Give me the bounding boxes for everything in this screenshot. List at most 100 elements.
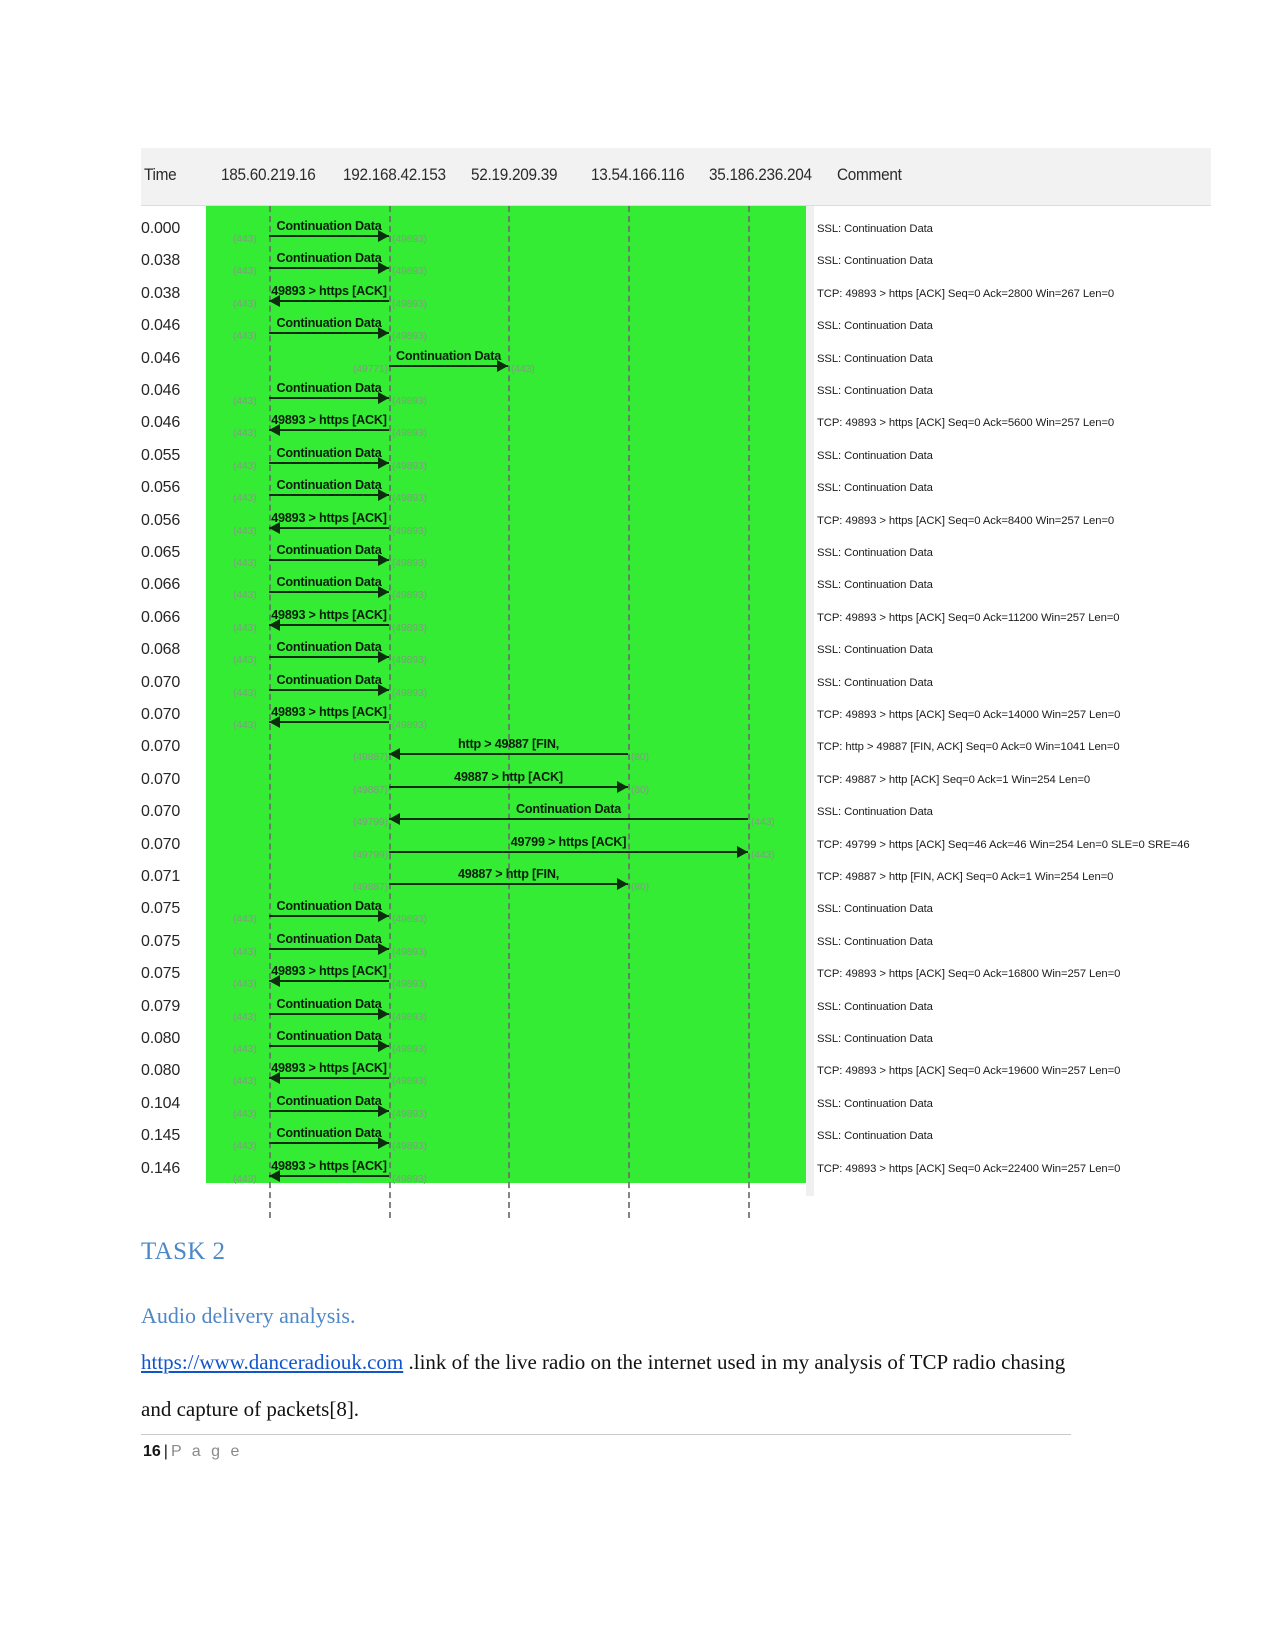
src-port-label: (443) [233, 1043, 257, 1055]
dst-port-label: (49893) [392, 557, 427, 569]
flow-arrow-row: 49893 > https [ACK] [269, 1154, 389, 1186]
time-value: 0.080 [141, 1030, 181, 1047]
time-value: 0.075 [141, 900, 181, 918]
time-value: 0.070 [141, 770, 181, 788]
arrow-label: Continuation Data [515, 802, 622, 817]
comment-value: TCP: 49893 > https [ACK] Seq=0 Ack=16800… [817, 968, 1121, 981]
arrow-line [269, 1077, 389, 1080]
arrow-label: 49893 > https [ACK] [271, 964, 387, 979]
flow-arrow-row: Continuation Data [269, 538, 389, 570]
arrow-line [389, 883, 628, 885]
dst-port-label: (49893) [392, 1043, 427, 1055]
time-value: 0.046 [141, 317, 181, 335]
arrow-line [269, 1109, 389, 1112]
arrow-line [269, 1012, 389, 1015]
arrow-line [269, 688, 389, 691]
flow-arrow-row: Continuation Data [269, 635, 389, 667]
dst-port-label: (80) [631, 751, 649, 764]
comment-value: TCP: 49893 > https [ACK] Seq=0 Ack=11200… [817, 611, 1120, 624]
flow-arrow-row: 49887 > http [FIN, [389, 862, 628, 894]
time-value: 0.000 [141, 220, 181, 237]
arrow-line [269, 526, 389, 529]
flow-arrow-row: Continuation Data [269, 894, 389, 926]
flow-arrow-row: 49893 > https [ACK] [269, 700, 389, 732]
dst-port-label: (49893) [392, 719, 427, 731]
time-value: 0.145 [141, 1127, 181, 1145]
src-port-label: (443) [233, 524, 257, 537]
column-header-node-3: 13.54.166.116 [591, 166, 685, 184]
arrow-label: 49893 > https [ACK] [271, 510, 387, 525]
column-header-node-2: 52.19.209.39 [471, 166, 558, 184]
time-value: 0.070 [141, 673, 181, 691]
flow-arrow-row: Continuation Data [269, 1121, 389, 1153]
src-port-label: (443) [233, 978, 257, 991]
arrow-line [269, 461, 389, 464]
arrow-label: 49893 > https [ACK] [271, 413, 387, 428]
src-port-label: (443) [233, 1172, 257, 1185]
arrow-line [389, 818, 748, 821]
danceradiouk-link[interactable]: https://www.danceradiouk.com [141, 1350, 403, 1374]
time-value: 0.056 [141, 479, 181, 497]
arrow-line [269, 1174, 389, 1177]
src-port-label: (49887) [353, 783, 388, 796]
time-value: 0.056 [141, 511, 181, 529]
src-port-label: (443) [233, 1140, 257, 1153]
src-port-label: (443) [233, 589, 257, 602]
flow-arrow-row: 49887 > http [ACK] [389, 765, 628, 797]
time-value: 0.070 [141, 706, 181, 723]
comment-value: TCP: 49893 > https [ACK] Seq=0 Ack=8400 … [817, 514, 1115, 527]
src-port-label: (443) [233, 265, 257, 278]
arrow-label: Continuation Data [395, 348, 502, 363]
lifeline-node-4 [748, 206, 750, 1218]
src-port-label: (49771) [353, 362, 388, 375]
src-port-label: (49799) [353, 816, 388, 829]
time-value: 0.046 [141, 414, 181, 432]
comment-value: TCP: 49893 > https [ACK] Seq=0 Ack=5600 … [817, 417, 1115, 430]
arrow-line [269, 397, 389, 399]
flow-arrow-row: Continuation Data [269, 1089, 389, 1121]
arrow-label: Continuation Data [276, 931, 382, 946]
dst-port-label: (49893) [392, 395, 427, 407]
arrow-line [269, 299, 389, 302]
time-value: 0.070 [141, 803, 181, 821]
flow-arrow-row: 49893 > https [ACK] [269, 506, 389, 538]
arrow-label: Continuation Data [276, 672, 382, 687]
arrow-label: Continuation Data [276, 251, 382, 266]
arrow-label: 49887 > http [ACK] [454, 769, 563, 784]
flow-arrow-row: http > 49887 [FIN, [389, 732, 628, 764]
document-page: Time 185.60.219.16 192.168.42.153 52.19.… [0, 0, 1275, 1650]
time-value: 0.038 [141, 252, 181, 270]
time-value: 0.046 [141, 382, 181, 399]
arrow-label: Continuation Data [276, 219, 382, 233]
src-port-label: (443) [233, 427, 257, 440]
src-port-label: (443) [233, 395, 257, 407]
arrow-line [269, 721, 389, 723]
arrow-line [269, 623, 389, 626]
flow-graph-header: Time 185.60.219.16 192.168.42.153 52.19.… [141, 148, 1211, 206]
lifeline-node-2 [508, 206, 510, 1218]
dst-port-label: (443) [751, 816, 775, 829]
arrow-label: Continuation Data [276, 899, 382, 914]
src-port-label: (443) [233, 913, 257, 926]
dst-port-label: (49893) [392, 1140, 427, 1153]
flow-arrow-row: Continuation Data [269, 311, 389, 343]
flow-arrow-row: Continuation Data [269, 376, 389, 408]
comment-value: SSL: Continuation Data [817, 579, 933, 592]
time-value: 0.065 [141, 544, 181, 561]
flow-arrow-row: Continuation Data [269, 570, 389, 602]
dst-port-label: (443) [511, 362, 535, 375]
arrow-line [269, 235, 389, 237]
audio-analysis-subheading: Audio delivery analysis. [141, 1303, 356, 1328]
arrow-label: 49893 > https [ACK] [271, 607, 387, 622]
comment-value: SSL: Continuation Data [817, 903, 933, 916]
src-port-label: (49799) [353, 848, 388, 861]
arrow-label: 49893 > https [ACK] [271, 1061, 387, 1076]
comment-value: TCP: http > 49887 [FIN, ACK] Seq=0 Ack=0… [817, 741, 1120, 754]
time-value: 0.055 [141, 446, 181, 464]
flow-arrow-row: 49893 > https [ACK] [269, 408, 389, 440]
src-port-label: (443) [233, 330, 257, 343]
comment-value: SSL: Continuation Data [817, 676, 933, 689]
time-value: 0.071 [141, 868, 181, 885]
arrow-label: Continuation Data [276, 478, 382, 493]
column-header-node-0: 185.60.219.16 [221, 166, 316, 184]
